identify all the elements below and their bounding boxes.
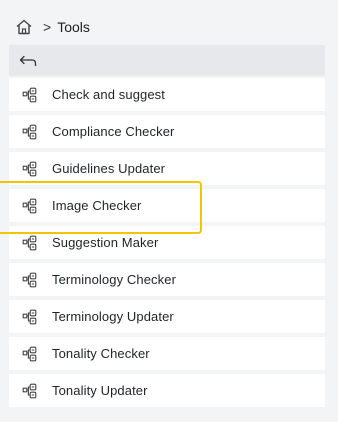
tool-item-label: Guidelines Updater <box>52 161 166 176</box>
tools-panel: > Tools Check and suggest Compliance Che… <box>0 0 338 422</box>
tool-item-label: Tonality Checker <box>52 346 150 361</box>
breadcrumb-separator: > <box>43 19 52 35</box>
tool-icon <box>21 271 39 289</box>
tool-item-label: Image Checker <box>52 198 142 213</box>
back-button[interactable] <box>9 45 325 76</box>
tool-item-label: Check and suggest <box>52 87 165 102</box>
tools-list: Check and suggest Compliance Checker Gui… <box>9 78 325 411</box>
tool-icon <box>21 160 39 178</box>
tool-item-label: Suggestion Maker <box>52 235 159 250</box>
tool-item[interactable]: Tonality Checker <box>9 337 325 370</box>
tool-icon <box>21 197 39 215</box>
tool-icon <box>21 123 39 141</box>
tool-item[interactable]: Guidelines Updater <box>9 152 325 185</box>
tool-item[interactable]: Terminology Updater <box>9 300 325 333</box>
tool-item[interactable]: Tonality Updater <box>9 374 325 407</box>
tool-item-label: Terminology Updater <box>52 309 174 324</box>
tool-icon <box>21 308 39 326</box>
tool-icon <box>21 382 39 400</box>
tool-item[interactable]: Terminology Checker <box>9 263 325 296</box>
tool-icon <box>21 345 39 363</box>
tool-icon <box>21 234 39 252</box>
home-icon[interactable] <box>13 16 35 38</box>
tool-item[interactable]: Suggestion Maker <box>9 226 325 259</box>
back-arrow-icon <box>19 55 37 67</box>
breadcrumb-current: Tools <box>57 19 90 35</box>
tool-item[interactable]: Image Checker <box>9 189 325 222</box>
breadcrumb: > Tools <box>13 15 90 39</box>
tool-item[interactable]: Check and suggest <box>9 78 325 111</box>
tool-item-label: Compliance Checker <box>52 124 175 139</box>
tool-item-label: Terminology Checker <box>52 272 177 287</box>
tool-item-label: Tonality Updater <box>52 383 148 398</box>
tool-icon <box>21 86 39 104</box>
tool-item[interactable]: Compliance Checker <box>9 115 325 148</box>
